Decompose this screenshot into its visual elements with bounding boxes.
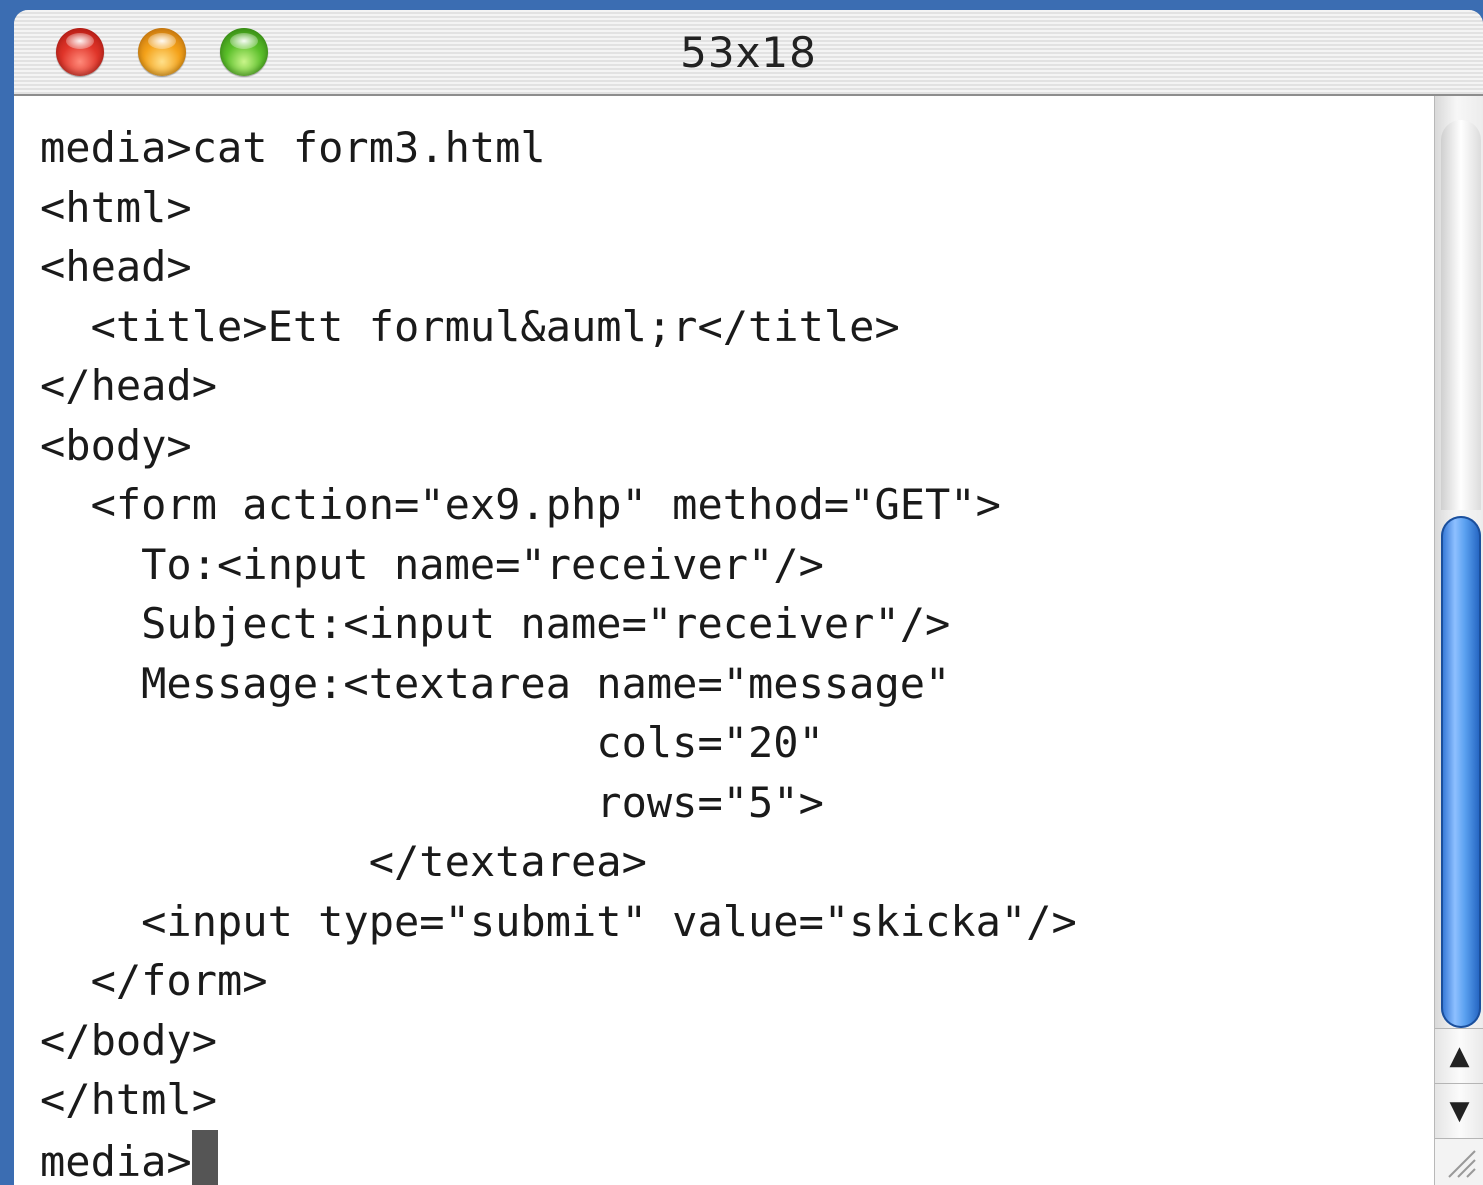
terminal-line: </head> [40, 361, 218, 410]
resize-grip-icon[interactable] [1435, 1138, 1483, 1185]
terminal-line: To:<input name="receiver"/> [40, 540, 824, 589]
terminal-line: Message:<textarea name="message" [40, 659, 951, 708]
terminal-prompt-line[interactable]: media> [40, 1130, 218, 1185]
terminal-line: </body> [40, 1016, 218, 1065]
terminal-line: <title>Ett formul&auml;r</title> [40, 302, 900, 351]
scroll-thumb[interactable] [1441, 516, 1481, 1028]
terminal-line: </html> [40, 1075, 218, 1124]
terminal-line: <form action="ex9.php" method="GET"> [40, 480, 1001, 529]
terminal-line: <input type="submit" value="skicka"/> [40, 897, 1077, 946]
terminal-line: cols="20" [40, 718, 824, 767]
scroll-down-arrow-icon[interactable]: ▼ [1435, 1083, 1483, 1138]
zoom-button-icon[interactable] [220, 28, 268, 76]
terminal-line: </form> [40, 956, 268, 1005]
text-cursor [191, 1130, 218, 1185]
scroll-up-arrow-icon[interactable]: ▲ [1435, 1028, 1483, 1083]
close-button-icon[interactable] [56, 28, 104, 76]
terminal-line: media>cat form3.html [40, 123, 546, 172]
minimize-button-icon[interactable] [138, 28, 186, 76]
terminal-line: Subject:<input name="receiver"/> [40, 599, 951, 648]
terminal-line: <head> [40, 242, 192, 291]
title-bar[interactable]: 53x18 [14, 10, 1483, 96]
terminal-line: </textarea> [40, 837, 647, 886]
terminal-line: <body> [40, 421, 192, 470]
terminal-prompt: media> [40, 1137, 192, 1185]
terminal-line: <html> [40, 183, 192, 232]
scroll-track[interactable] [1441, 120, 1481, 510]
vertical-scrollbar[interactable]: ▲ ▼ [1434, 96, 1483, 1185]
terminal-line: rows="5"> [40, 778, 824, 827]
terminal-content[interactable]: media>cat form3.html <html> <head> <titl… [14, 96, 1434, 1185]
terminal-window: 53x18 media>cat form3.html <html> <head>… [14, 10, 1483, 1185]
